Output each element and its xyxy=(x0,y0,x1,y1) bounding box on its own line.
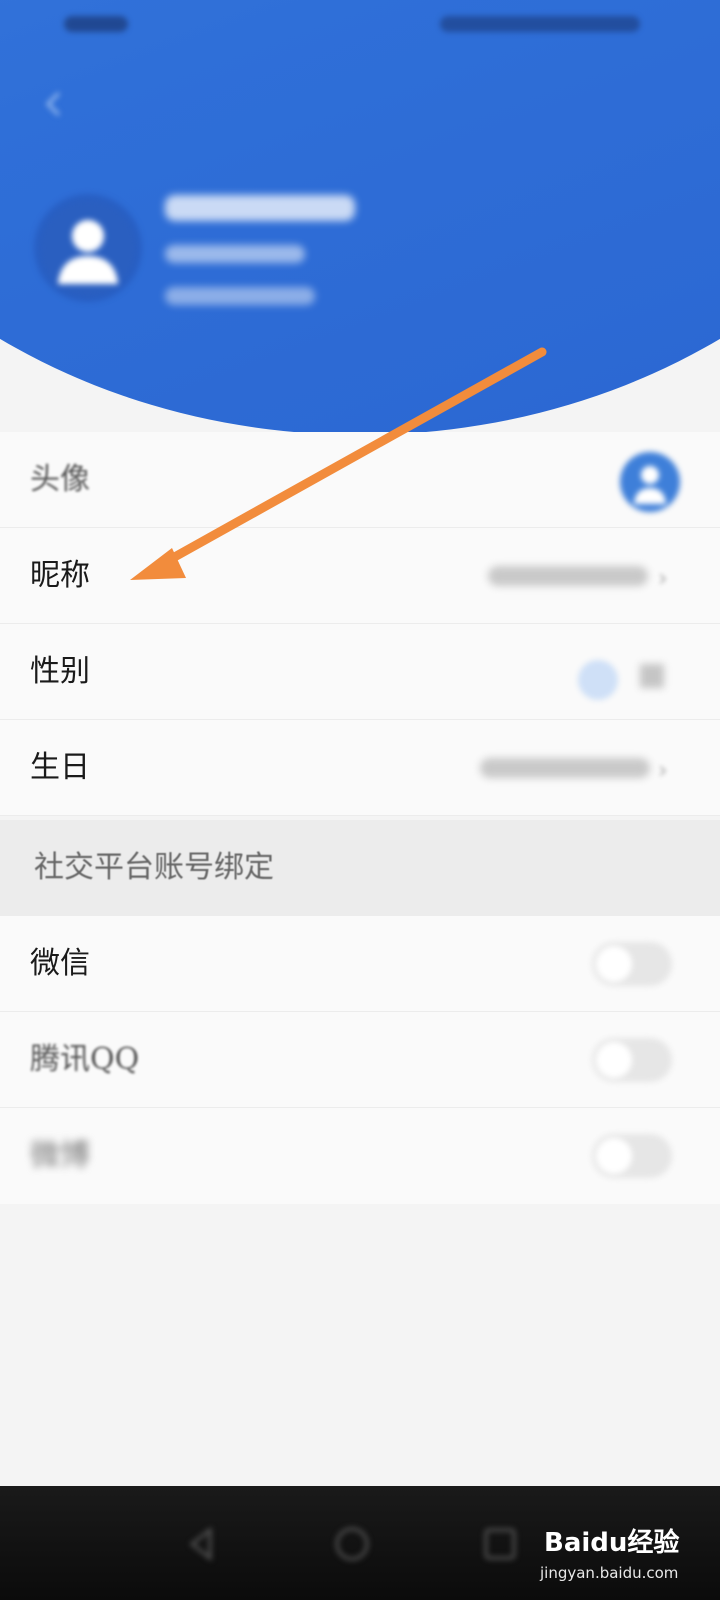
nav-recents-icon[interactable] xyxy=(478,1522,522,1566)
status-bar xyxy=(0,0,720,48)
gender-icon xyxy=(578,660,618,700)
profile-username xyxy=(165,195,355,221)
row-qq-label: 腾讯QQ xyxy=(30,1042,140,1077)
status-time xyxy=(64,16,128,32)
row-avatar[interactable]: 头像 xyxy=(0,432,720,528)
profile-header xyxy=(0,0,720,450)
watermark-brand-du: du xyxy=(590,1528,628,1558)
section-social-binding: 社交平台账号绑定 xyxy=(0,820,720,916)
chevron-right-icon: › xyxy=(658,756,668,784)
weibo-toggle[interactable] xyxy=(592,1134,672,1178)
qq-toggle[interactable] xyxy=(592,1038,672,1082)
section-social-binding-title: 社交平台账号绑定 xyxy=(34,850,274,885)
profile-stats xyxy=(165,287,315,305)
toggle-knob xyxy=(596,1138,632,1174)
row-nickname[interactable]: 昵称 › xyxy=(0,528,720,624)
baidu-jingyan-watermark: Baidu经验 jingyan.baidu.com xyxy=(540,1500,710,1590)
watermark-brand-suffix: 经验 xyxy=(627,1528,680,1558)
nav-home-icon[interactable] xyxy=(330,1522,374,1566)
watermark-url: jingyan.baidu.com xyxy=(540,1564,679,1582)
back-arrow-icon xyxy=(45,92,60,116)
gender-value xyxy=(640,664,664,688)
toggle-knob xyxy=(596,1042,632,1078)
watermark-brand: Baidu经验 xyxy=(544,1522,679,1559)
row-wechat-label: 微信 xyxy=(30,946,90,981)
row-weibo-label: 微博 xyxy=(30,1138,90,1173)
profile-info xyxy=(165,195,355,329)
toggle-knob xyxy=(596,946,632,982)
row-birthday-label: 生日 xyxy=(30,750,90,785)
row-gender[interactable]: 性别 xyxy=(0,624,720,720)
profile-id xyxy=(165,245,305,263)
status-icons xyxy=(440,16,640,32)
row-nickname-label: 昵称 xyxy=(30,558,90,593)
wechat-toggle[interactable] xyxy=(592,942,672,986)
avatar-thumbnail[interactable] xyxy=(620,452,680,512)
nav-back-icon[interactable] xyxy=(180,1522,224,1566)
back-button[interactable] xyxy=(36,86,72,122)
profile-avatar[interactable] xyxy=(40,200,136,296)
row-birthday[interactable]: 生日 › xyxy=(0,720,720,816)
user-avatar-icon xyxy=(58,220,118,284)
watermark-brand-bai: Bai xyxy=(544,1528,591,1558)
row-gender-label: 性别 xyxy=(30,654,90,689)
user-avatar-icon xyxy=(634,466,666,504)
chevron-right-icon: › xyxy=(658,564,668,592)
row-avatar-label: 头像 xyxy=(30,462,90,497)
birthday-value xyxy=(480,758,650,778)
nickname-value xyxy=(488,566,648,586)
